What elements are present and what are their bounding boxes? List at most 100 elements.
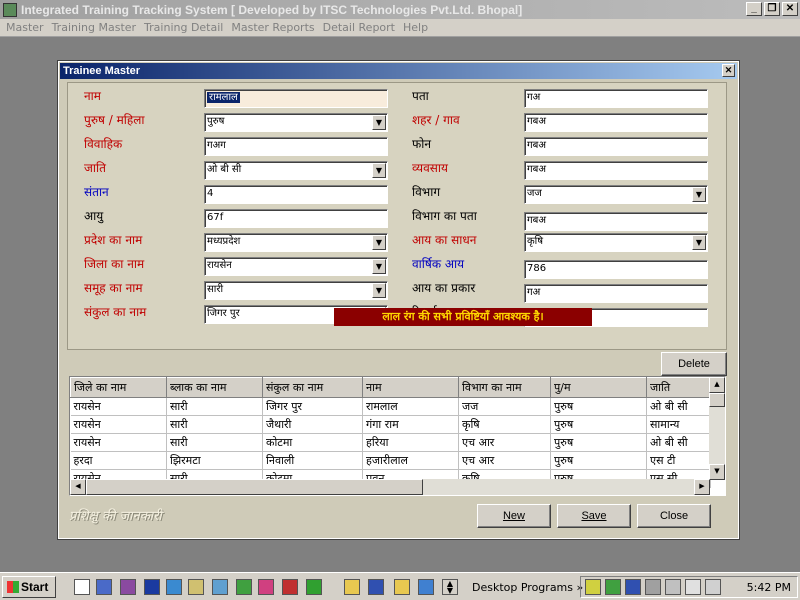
menu-master[interactable]: Master [2,21,48,34]
desktop-programs-toolbar[interactable]: Desktop Programs » [472,581,583,594]
left-field-8-combo[interactable]: सारी ▼ [204,281,388,300]
quicklaunch-link-icon[interactable] [282,579,298,595]
grid-col-gender[interactable]: पु/म [550,377,647,398]
left-field-1-combo[interactable]: पुरुष ▼ [204,113,388,132]
grid-horizontal-scrollbar[interactable]: ◀ ▶ [70,479,710,495]
tray-antivirus-icon[interactable] [705,579,721,595]
task-scroll-icon[interactable]: ▲ ▼ [442,579,458,595]
minimize-button[interactable]: _ [746,2,762,16]
table-cell[interactable]: जैथारी [262,415,363,434]
left-field-7-combo[interactable]: रायसेन ▼ [204,257,388,276]
table-cell[interactable]: निवाली [262,451,363,470]
vertical-scroll-thumb[interactable] [709,393,725,407]
delete-button[interactable]: Delete [661,352,727,376]
table-cell[interactable]: पुरुष [550,415,647,434]
table-cell[interactable]: रायसेन [70,415,167,434]
menu-training-master[interactable]: Training Master [48,21,140,34]
start-button[interactable]: Start [2,576,56,598]
close-button[interactable]: Close [637,504,711,528]
right-field-5-input[interactable]: गबअ [524,212,708,231]
tray-volume-icon[interactable] [585,579,601,595]
task-folder-icon[interactable] [344,579,360,595]
close-app-button[interactable]: ✕ [782,2,798,16]
task-ie-icon[interactable] [418,579,434,595]
task-folder2-icon[interactable] [394,579,410,595]
dropdown-arrow-icon[interactable]: ▼ [372,235,386,250]
restore-button[interactable]: ❐ [764,2,780,16]
quicklaunch-app-icon[interactable] [120,579,136,595]
table-cell[interactable]: रायसेन [70,433,167,452]
right-field-3-input[interactable]: गबअ [524,161,708,180]
table-cell[interactable]: एच आर [458,433,551,452]
scroll-up-icon[interactable]: ▲ [709,377,725,393]
left-field-2-input[interactable]: गअग [204,137,388,156]
table-cell[interactable]: ओ बी सी [646,397,711,416]
grid-col-caste[interactable]: जाति [646,377,711,398]
table-cell[interactable]: कोटमा [262,433,363,452]
table-cell[interactable]: कृषि [458,415,551,434]
quicklaunch-tool-icon[interactable] [188,579,204,595]
left-field-5-input[interactable]: 67f [204,209,388,228]
table-cell[interactable]: गंगा राम [362,415,459,434]
right-field-2-input[interactable]: गबअ [524,137,708,156]
table-cell[interactable]: सामान्य [646,415,711,434]
grid-col-district[interactable]: जिले का नाम [70,377,167,398]
table-cell[interactable]: पुरुष [550,433,647,452]
horizontal-scroll-thumb[interactable] [86,479,423,495]
left-field-4-input[interactable]: 4 [204,185,388,204]
save-button[interactable]: Save [557,504,631,528]
right-field-6-combo[interactable]: कृषि ▼ [524,233,708,252]
quicklaunch-disk-icon[interactable] [212,579,228,595]
dropdown-arrow-icon[interactable]: ▼ [692,235,706,250]
left-field-3-combo[interactable]: ओ बी सी ▼ [204,161,388,180]
table-cell[interactable]: हरदा [70,451,167,470]
grid-vertical-scrollbar[interactable]: ▲ ▼ [709,377,725,480]
grid-col-block[interactable]: ब्लाक का नाम [166,377,263,398]
right-field-4-combo[interactable]: जज ▼ [524,185,708,204]
dialog-close-icon[interactable]: ✕ [722,64,735,77]
new-button[interactable]: New [477,504,551,528]
table-cell[interactable]: एस टी [646,451,711,470]
table-cell[interactable]: जिगर पुर [262,397,363,416]
dropdown-arrow-icon[interactable]: ▼ [372,259,386,274]
table-cell[interactable]: पुरुष [550,397,647,416]
table-cell[interactable]: सारी [166,397,263,416]
table-cell[interactable]: झिरमटा [166,451,263,470]
dropdown-arrow-icon[interactable]: ▼ [372,115,386,130]
menu-master-reports[interactable]: Master Reports [227,21,318,34]
tray-network-icon[interactable] [605,579,621,595]
quicklaunch-info-icon[interactable] [144,579,160,595]
table-row[interactable]: हरदा झिरमटा निवाली हजारीलाल एच आर पुरुष एस टी [70,451,711,470]
quicklaunch-ie-icon[interactable] [166,579,182,595]
table-row[interactable]: रायसेन सारी जैथारी गंगा राम कृषि पुरुष सामान्य [70,415,711,434]
table-cell[interactable]: हरिया [362,433,459,452]
left-field-6-combo[interactable]: मध्यप्रदेश ▼ [204,233,388,252]
table-cell[interactable]: एच आर [458,451,551,470]
right-field-8-input[interactable]: गअ [524,284,708,303]
table-cell[interactable]: हजारीलाल [362,451,459,470]
right-field-7-input[interactable]: 786 [524,260,708,279]
right-field-1-input[interactable]: गबअ [524,113,708,132]
taskbar-clock[interactable]: 5:42 PM [747,581,791,594]
table-cell[interactable]: रायसेन [70,397,167,416]
menu-training-detail[interactable]: Training Detail [140,21,227,34]
tray-app-icon[interactable] [645,579,661,595]
quicklaunch-media-icon[interactable] [258,579,274,595]
menu-help[interactable]: Help [399,21,432,34]
tray-monitor-icon[interactable] [625,579,641,595]
quicklaunch-download-icon[interactable] [306,579,322,595]
table-cell[interactable]: रामलाल [362,397,459,416]
tray-disk-icon[interactable] [665,579,681,595]
dropdown-arrow-icon[interactable]: ▼ [372,283,386,298]
quicklaunch-outlook-icon[interactable] [96,579,112,595]
table-cell[interactable]: जज [458,397,551,416]
scroll-down-icon[interactable]: ▼ [709,464,725,480]
quicklaunch-cd-icon[interactable] [236,579,252,595]
task-word-icon[interactable] [368,579,384,595]
table-row[interactable]: रायसेन सारी जिगर पुर रामलाल जज पुरुष ओ बी सी [70,397,711,416]
scroll-right-icon[interactable]: ▶ [694,479,710,495]
dropdown-arrow-icon[interactable]: ▼ [372,163,386,178]
grid-col-name[interactable]: नाम [362,377,459,398]
table-cell[interactable]: ओ बी सी [646,433,711,452]
grid-col-department[interactable]: विभाग का नाम [458,377,551,398]
